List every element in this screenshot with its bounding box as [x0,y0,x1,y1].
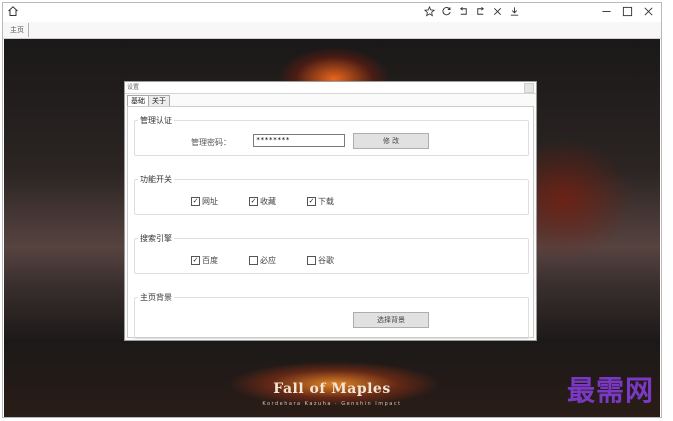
background-title: Fall of Maples [273,381,391,397]
maximize-button[interactable] [621,5,634,18]
dialog-tabs: 基础 关于 [127,95,170,107]
modify-button[interactable]: 修 改 [353,133,429,149]
checkbox-box[interactable]: ✓ [307,197,316,206]
checkbox-label: 必应 [260,256,276,265]
home-button[interactable] [7,5,21,19]
star-icon [424,6,435,17]
choose-background-button[interactable]: 选择背景 [353,312,429,328]
stop-button[interactable] [491,5,504,18]
checkbox-box[interactable] [307,256,316,265]
checkbox-url[interactable]: ✓ 网址 [191,196,218,207]
group-legend: 搜索引擎 [138,233,174,244]
refresh-button[interactable] [440,5,453,18]
background-subtitle: Kordehara Kazuha · Genshin Impact [262,401,402,407]
checkbox-label: 谷歌 [318,256,334,265]
window-controls [600,5,655,18]
checkbox-box[interactable] [249,256,258,265]
password-label: 管理密码： [191,138,231,147]
checkbox-box[interactable]: ✓ [191,197,200,206]
checkbox-label: 百度 [202,256,218,265]
refresh-icon [442,7,451,16]
download-button[interactable] [508,5,521,18]
checkbox-bing[interactable]: 必应 [249,255,276,266]
tab-bar: 主页 [3,22,661,39]
group-feature-switches: 功能开关 ✓ 网址 ✓ 收藏 ✓ 下载 [134,174,529,215]
forward-button[interactable] [474,5,487,18]
minimize-button[interactable] [600,5,613,18]
checkbox-label: 收藏 [260,197,276,206]
group-legend: 功能开关 [138,174,174,185]
settings-dialog: 设置 基础 关于 管理认证 管理密码： ******** 修 改 功能开关 ✓ … [124,81,537,341]
home-icon [8,6,18,16]
checkbox-baidu[interactable]: ✓ 百度 [191,255,218,266]
close-window-button[interactable] [642,5,655,18]
checkbox-box[interactable]: ✓ [249,197,258,206]
dialog-title: 设置 [127,84,140,91]
dialog-body: 管理认证 管理密码： ******** 修 改 功能开关 ✓ 网址 ✓ 收藏 ✓… [127,106,534,339]
dialog-title-bar: 设置 [125,82,536,94]
checkbox-label: 网址 [202,197,218,206]
favorite-button[interactable] [423,5,436,18]
toolbar-icons [423,5,521,18]
download-icon [510,7,519,16]
checkbox-google[interactable]: 谷歌 [307,255,334,266]
tab-about[interactable]: 关于 [148,95,170,106]
group-legend: 管理认证 [138,115,174,126]
group-home-background: 主页背景 选择背景 [134,292,529,339]
checkbox-box[interactable]: ✓ [191,256,200,265]
minimize-icon [602,11,611,12]
back-button[interactable] [457,5,470,18]
checkbox-download[interactable]: ✓ 下载 [307,196,334,207]
close-icon [644,7,653,16]
checkbox-label: 下载 [318,197,334,206]
password-input[interactable]: ******** [253,134,345,147]
maximize-icon [622,6,633,17]
watermark: 最需网 [566,374,654,407]
tab-home[interactable]: 主页 [6,23,29,37]
back-icon [459,7,467,15]
browser-toolbar [3,3,661,23]
group-legend: 主页背景 [138,292,174,303]
group-search-engine: 搜索引擎 ✓ 百度 必应 谷歌 [134,233,529,274]
checkbox-favorites[interactable]: ✓ 收藏 [249,196,276,207]
close-icon [493,7,502,16]
dialog-close-button[interactable] [524,83,534,93]
forward-icon [477,7,485,15]
group-admin-auth: 管理认证 管理密码： ******** 修 改 [134,115,529,156]
